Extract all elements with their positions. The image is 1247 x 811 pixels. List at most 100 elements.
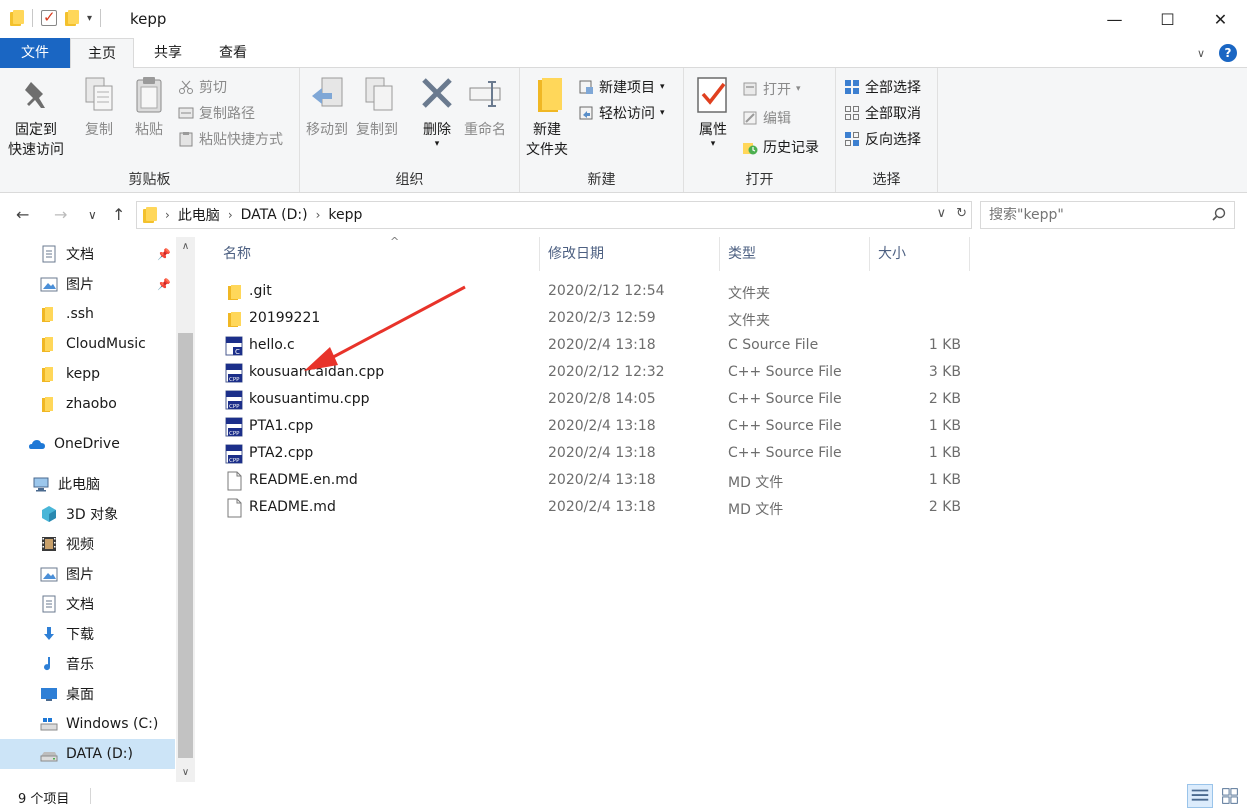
- paste-shortcut-button[interactable]: 粘贴快捷方式: [178, 128, 283, 150]
- back-arrow-icon[interactable]: ←: [16, 205, 29, 224]
- properties-button[interactable]: 属性 ▾: [694, 74, 732, 149]
- select-all-button[interactable]: 全部选择: [844, 76, 921, 98]
- nav-item[interactable]: 此电脑: [0, 469, 175, 499]
- tab-file[interactable]: 文件: [0, 38, 70, 68]
- properties-dropdown-icon[interactable]: ▾: [711, 140, 716, 149]
- properties-icon[interactable]: [41, 8, 57, 26]
- copy-button[interactable]: 复制: [80, 74, 118, 140]
- minimize-button[interactable]: —: [1088, 0, 1141, 38]
- column-header-modified[interactable]: 修改日期: [540, 237, 720, 271]
- nav-item[interactable]: .ssh: [0, 299, 175, 329]
- history-button[interactable]: 历史记录: [742, 136, 819, 158]
- window-title: kepp: [130, 10, 167, 28]
- nav-item[interactable]: kepp: [0, 359, 175, 389]
- select-none-button[interactable]: 全部取消: [844, 102, 921, 124]
- refresh-icon[interactable]: ↻: [956, 206, 967, 221]
- nav-item[interactable]: 桌面: [0, 679, 175, 709]
- move-to-button[interactable]: 移动到: [306, 74, 348, 140]
- drive-icon: [40, 752, 58, 762]
- large-icons-view-button[interactable]: [1217, 784, 1243, 808]
- file-type: C Source File: [728, 337, 819, 353]
- help-icon[interactable]: ?: [1219, 44, 1237, 62]
- scroll-thumb[interactable]: [178, 333, 193, 758]
- easy-access-button[interactable]: 轻松访问 ▾: [578, 102, 665, 124]
- column-header-size[interactable]: 大小: [870, 237, 970, 271]
- pin-icon[interactable]: 📌: [157, 278, 171, 291]
- nav-item-label: 下载: [66, 627, 94, 643]
- nav-item[interactable]: CloudMusic: [0, 329, 175, 359]
- copy-path-button[interactable]: 复制路径: [178, 102, 255, 124]
- pin-icon[interactable]: 📌: [157, 248, 171, 261]
- cut-button[interactable]: 剪切: [178, 76, 227, 98]
- search-input[interactable]: [989, 207, 1199, 223]
- pin-to-quick-access-button[interactable]: 固定到 快速访问: [8, 74, 64, 160]
- open-button[interactable]: 打开 ▾: [742, 78, 801, 100]
- file-row[interactable]: CPP PTA1.cpp 2020/2/4 13:18 C++ Source File…: [215, 414, 975, 441]
- tab-view[interactable]: 查看: [200, 38, 266, 68]
- file-row[interactable]: README.md 2020/2/4 13:18 MD 文件 2 KB: [215, 495, 975, 522]
- chevron-right-icon[interactable]: ›: [228, 208, 233, 222]
- new-folder-icon[interactable]: [65, 10, 79, 26]
- breadcrumb-kepp[interactable]: kepp: [328, 207, 362, 223]
- address-dropdown-icon[interactable]: ∨: [937, 206, 947, 221]
- nav-item-label: 文档: [66, 597, 94, 613]
- invert-selection-button[interactable]: 反向选择: [844, 128, 921, 150]
- maximize-button[interactable]: ☐: [1141, 0, 1194, 38]
- delete-button[interactable]: 删除 ▾: [418, 74, 456, 149]
- recent-locations-icon[interactable]: ∨: [88, 208, 97, 222]
- nav-item[interactable]: 3D 对象: [0, 499, 175, 529]
- chevron-right-icon[interactable]: ›: [165, 208, 170, 222]
- forward-arrow-icon[interactable]: →: [54, 205, 67, 224]
- red-arrow-annotation: [304, 285, 466, 371]
- column-header-name[interactable]: 名称 ^: [215, 235, 540, 271]
- file-row[interactable]: README.en.md 2020/2/4 13:18 MD 文件 1 KB: [215, 468, 975, 495]
- file-size: 1 KB: [928, 445, 961, 461]
- delete-dropdown-icon[interactable]: ▾: [435, 140, 440, 149]
- cpp-file-icon: CPP: [225, 363, 243, 383]
- scroll-up-icon[interactable]: ∧: [176, 241, 195, 252]
- chevron-right-icon[interactable]: ›: [316, 208, 321, 222]
- new-group-label: 新建: [587, 172, 616, 188]
- file-type: 文件夹: [728, 313, 770, 329]
- nav-item[interactable]: 视频: [0, 529, 175, 559]
- nav-item[interactable]: 音乐: [0, 649, 175, 679]
- rename-button[interactable]: 重命名: [464, 74, 506, 140]
- documents-icon: [42, 595, 56, 613]
- search-box[interactable]: [980, 201, 1235, 229]
- nav-item[interactable]: OneDrive: [0, 429, 175, 459]
- file-row[interactable]: CPP kousuantimu.cpp 2020/2/8 14:05 C++ Sour…: [215, 387, 975, 414]
- nav-item[interactable]: 下载: [0, 619, 175, 649]
- new-item-button[interactable]: 新建项目 ▾: [578, 76, 665, 98]
- qat-separator: [100, 9, 102, 27]
- up-arrow-icon[interactable]: ↑: [112, 205, 125, 224]
- tab-share[interactable]: 共享: [136, 38, 200, 68]
- tab-home[interactable]: 主页: [70, 38, 134, 69]
- nav-item[interactable]: zhaobo: [0, 389, 175, 419]
- nav-item[interactable]: 文档: [0, 589, 175, 619]
- easy-access-icon: [579, 106, 593, 120]
- address-box[interactable]: › 此电脑 › DATA (D:) › kepp ∨ ↻: [136, 201, 972, 229]
- nav-item[interactable]: 文档 📌: [0, 239, 175, 269]
- edit-button[interactable]: 编辑: [742, 107, 791, 129]
- md-file-icon: [227, 498, 242, 518]
- paste-button[interactable]: 粘贴: [130, 74, 168, 140]
- file-row[interactable]: CPP PTA2.cpp 2020/2/4 13:18 C++ Source File…: [215, 441, 975, 468]
- breadcrumb-data-drive[interactable]: DATA (D:): [241, 207, 308, 223]
- nav-scrollbar[interactable]: ∧ ∨: [176, 237, 195, 782]
- nav-item[interactable]: 图片: [0, 559, 175, 589]
- file-size: 1 KB: [928, 337, 961, 353]
- close-button[interactable]: ✕: [1194, 0, 1247, 38]
- customize-qat-dropdown-icon[interactable]: ▾: [87, 13, 92, 24]
- scroll-down-icon[interactable]: ∨: [176, 767, 195, 778]
- nav-item[interactable]: DATA (D:): [0, 739, 175, 769]
- breadcrumb-this-pc[interactable]: 此电脑: [178, 205, 220, 225]
- details-view-button[interactable]: [1187, 784, 1213, 808]
- column-header-type[interactable]: 类型: [720, 237, 870, 271]
- copy-to-button[interactable]: 复制到: [356, 74, 398, 140]
- file-type: MD 文件: [728, 502, 784, 518]
- new-folder-button[interactable]: 新建 文件夹: [526, 74, 568, 160]
- nav-item[interactable]: Windows (C:): [0, 709, 175, 739]
- ribbon-collapse-icon[interactable]: ∨: [1197, 47, 1205, 60]
- search-icon[interactable]: [1212, 207, 1226, 221]
- nav-item[interactable]: 图片 📌: [0, 269, 175, 299]
